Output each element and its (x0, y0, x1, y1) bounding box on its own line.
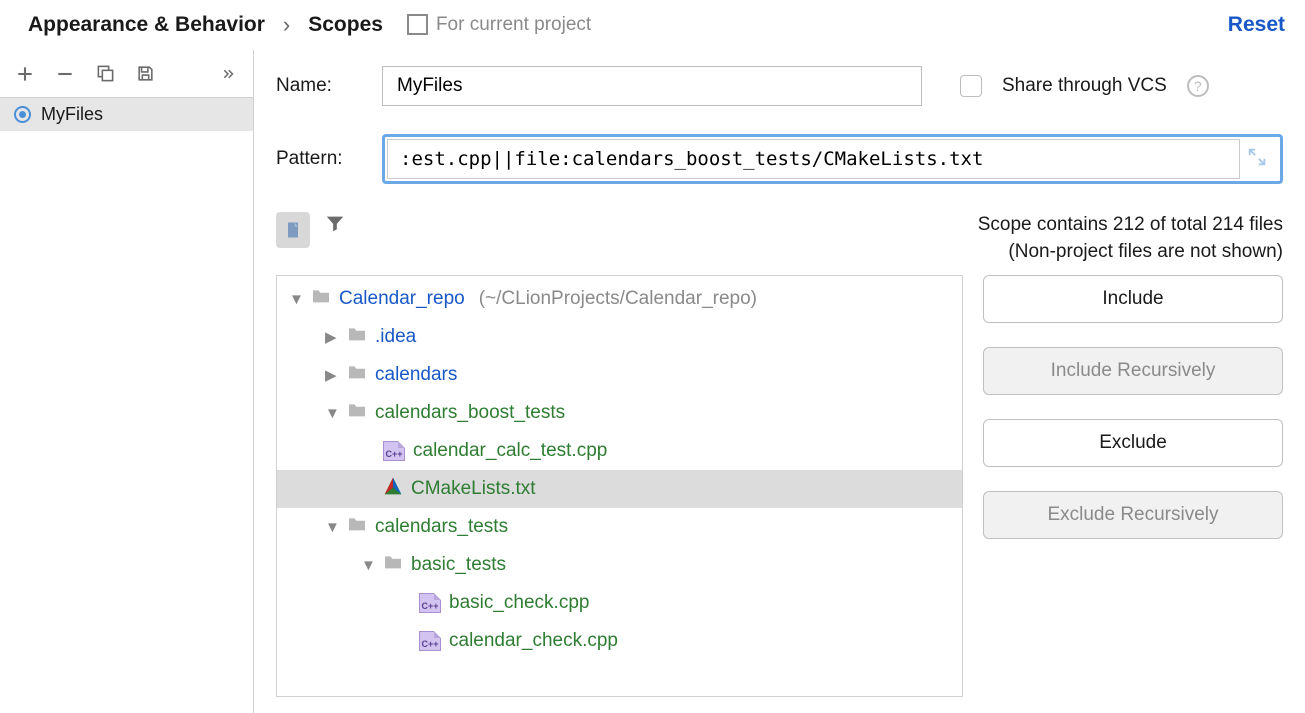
project-badge-label: For current project (436, 14, 591, 36)
pattern-row: Pattern: (276, 134, 1283, 184)
name-row: Name: Share through VCS ? (276, 66, 1283, 106)
sidebar-item-label: MyFiles (41, 104, 103, 125)
tree-node-label: calendar_check.cpp (449, 630, 618, 652)
cmake-icon (383, 476, 403, 502)
status-line-1: Scope contains 212 of total 214 files (978, 212, 1283, 239)
breadcrumb: Appearance & Behavior › Scopes (28, 12, 383, 38)
tree-row[interactable]: C++ basic_check.cpp (277, 584, 962, 622)
chevron-down-icon[interactable]: ▼ (325, 519, 339, 536)
content-row: ▼ Calendar_repo (~/CLionProjects/Calendar_… (276, 275, 1283, 697)
cpp-file-icon: C++ (419, 593, 441, 613)
breadcrumb-current: Scopes (308, 13, 383, 37)
breadcrumb-parent[interactable]: Appearance & Behavior (28, 13, 265, 37)
tree-node-label: calendars_boost_tests (375, 402, 565, 424)
tree-node-label: basic_check.cpp (449, 592, 589, 614)
include-recursively-button[interactable]: Include Recursively (983, 347, 1283, 395)
name-input[interactable] (382, 66, 922, 106)
name-label: Name: (276, 75, 362, 97)
tree-node-label: basic_tests (411, 554, 506, 576)
main-panel: Name: Share through VCS ? Pattern: (254, 50, 1305, 713)
sidebar-toolbar (0, 50, 253, 98)
project-scope-badge: For current project (409, 14, 591, 36)
stack-icon (409, 16, 426, 33)
chevron-down-icon[interactable]: ▼ (325, 405, 339, 422)
tree-row[interactable]: CMakeLists.txt (277, 470, 962, 508)
share-vcs-checkbox[interactable] (960, 75, 982, 97)
folder-icon (311, 288, 331, 310)
save-button[interactable] (134, 63, 156, 85)
tree-row[interactable]: ▶ .idea (277, 318, 962, 356)
tree-node-label: calendars (375, 364, 457, 386)
include-button[interactable]: Include (983, 275, 1283, 323)
tree-view-button[interactable] (276, 212, 310, 248)
pattern-input[interactable] (387, 139, 1240, 179)
filter-status-row: Scope contains 212 of total 214 files (N… (276, 212, 1283, 265)
file-tree[interactable]: ▼ Calendar_repo (~/CLionProjects/Calendar_… (276, 275, 963, 697)
tree-node-label: calendars_tests (375, 516, 508, 538)
folder-icon (347, 364, 367, 386)
tree-row[interactable]: ▼ Calendar_repo (~/CLionProjects/Calendar_… (277, 280, 962, 318)
remove-button[interactable] (54, 63, 76, 85)
help-icon[interactable]: ? (1187, 75, 1209, 97)
scope-status: Scope contains 212 of total 214 files (N… (978, 212, 1283, 265)
exclude-button[interactable]: Exclude (983, 419, 1283, 467)
tree-row[interactable]: C++ calendar_check.cpp (277, 622, 962, 660)
tree-row[interactable]: ▼ calendars_boost_tests (277, 394, 962, 432)
sidebar-item-myfiles[interactable]: MyFiles (0, 98, 253, 131)
pattern-input-wrapper (382, 134, 1283, 184)
action-buttons: Include Include Recursively Exclude Excl… (983, 275, 1283, 697)
add-button[interactable] (14, 63, 36, 85)
radio-selected-icon (14, 106, 31, 123)
filter-icon[interactable] (324, 212, 348, 236)
chevron-down-icon[interactable]: ▼ (289, 291, 303, 308)
tree-node-label: calendar_calc_test.cpp (413, 440, 607, 462)
chevron-right-icon[interactable]: ▶ (325, 366, 339, 384)
header: Appearance & Behavior › Scopes For curre… (0, 0, 1305, 50)
folder-icon (383, 554, 403, 576)
more-button[interactable] (217, 63, 239, 85)
expand-icon[interactable] (1246, 146, 1272, 172)
body: MyFiles Name: Share through VCS ? Patter… (0, 50, 1305, 713)
share-vcs-label: Share through VCS (1002, 75, 1167, 97)
folder-icon (347, 326, 367, 348)
status-line-2: (Non-project files are not shown) (978, 239, 1283, 266)
chevron-right-icon[interactable]: ▶ (325, 328, 339, 346)
tree-row[interactable]: ▶ calendars (277, 356, 962, 394)
folder-icon (347, 516, 367, 538)
tree-row[interactable]: C++ calendar_calc_test.cpp (277, 432, 962, 470)
copy-button[interactable] (94, 63, 116, 85)
tree-row[interactable]: ▼ basic_tests (277, 546, 962, 584)
sidebar: MyFiles (0, 50, 254, 713)
cpp-file-icon: C++ (383, 441, 405, 461)
cpp-file-icon: C++ (419, 631, 441, 651)
exclude-recursively-button[interactable]: Exclude Recursively (983, 491, 1283, 539)
breadcrumb-separator-icon: › (283, 12, 290, 38)
chevron-down-icon[interactable]: ▼ (361, 557, 375, 574)
tree-node-hint: (~/CLionProjects/Calendar_repo) (479, 288, 757, 310)
reset-link[interactable]: Reset (1228, 13, 1285, 37)
pattern-label: Pattern: (276, 148, 362, 170)
tree-node-label: Calendar_repo (339, 288, 465, 310)
tree-node-label: CMakeLists.txt (411, 478, 536, 500)
sidebar-list: MyFiles (0, 98, 253, 713)
tree-node-label: .idea (375, 326, 416, 348)
tree-row[interactable]: ▼ calendars_tests (277, 508, 962, 546)
folder-icon (347, 402, 367, 424)
